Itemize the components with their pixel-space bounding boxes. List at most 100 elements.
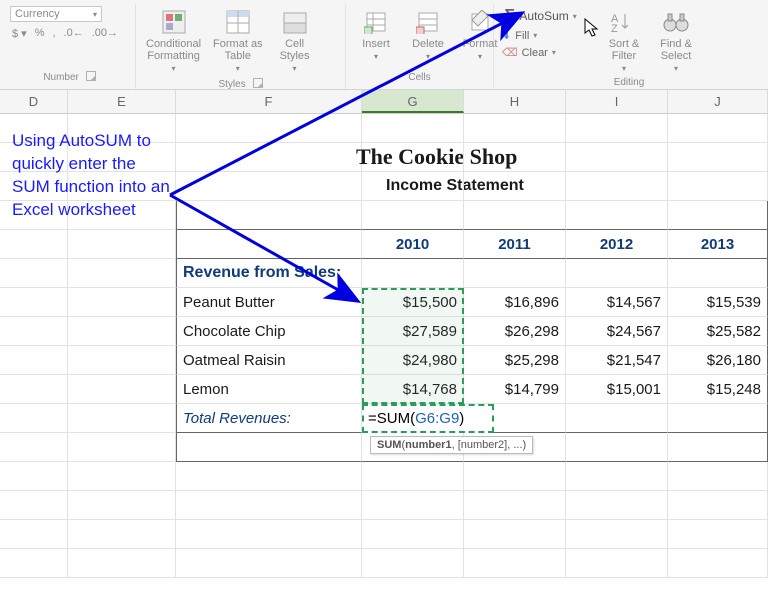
comma-icon[interactable]: , [50, 26, 57, 41]
cell-styles-label: Cell Styles [280, 38, 310, 62]
active-cell[interactable]: =SUM(G6:G9) [362, 404, 494, 433]
sort-filter-label: Sort & Filter [609, 38, 640, 62]
fill-button[interactable]: ⬇ Fill ▾ [500, 28, 596, 43]
data-cell[interactable]: $26,298 [464, 317, 566, 346]
chevron-down-icon: ▾ [552, 48, 556, 57]
data-cell[interactable]: $21,547 [566, 346, 668, 375]
format-label: Format [463, 38, 498, 50]
format-as-table-label: Format as Table [213, 38, 263, 62]
ribbon: Currency ▾ $ ▾ % , .0← .00→ Number [0, 0, 768, 90]
data-cell[interactable]: $25,582 [668, 317, 768, 346]
group-label-editing: Editing [614, 77, 645, 88]
cell-styles-icon [281, 8, 309, 36]
chevron-down-icon: ▾ [236, 64, 240, 73]
function-tooltip: SUM(number1, [number2], ...) [370, 436, 533, 454]
group-number: Currency ▾ $ ▾ % , .0← .00→ Number [4, 4, 136, 89]
conditional-formatting-icon [160, 8, 188, 36]
data-cell[interactable]: $15,001 [566, 375, 668, 404]
clear-label: Clear [522, 47, 548, 59]
dialog-launcher-icon[interactable] [253, 78, 263, 88]
data-cell[interactable]: $25,298 [464, 346, 566, 375]
chevron-down-icon: ▾ [478, 52, 482, 61]
insert-button[interactable]: Insert ▾ [352, 6, 400, 63]
year-header: 2012 [566, 230, 668, 259]
year-header: 2011 [464, 230, 566, 259]
percent-icon[interactable]: % [33, 26, 47, 41]
column-headers: D E F G H I J [0, 90, 768, 114]
sigma-icon: ∑ [504, 7, 515, 25]
chevron-down-icon: ▾ [674, 64, 678, 73]
group-label-cells: Cells [408, 72, 430, 83]
chevron-down-icon: ▾ [293, 64, 297, 73]
find-select-button[interactable]: Find & Select ▾ [652, 6, 700, 75]
section-header: Revenue from Sales: [176, 259, 362, 288]
data-cell[interactable]: $24,567 [566, 317, 668, 346]
col-header-selected[interactable]: G [362, 90, 464, 113]
group-editing: ∑ AutoSum ▾ ⬇ Fill ▾ ⌫ Clear ▾ AZ [494, 4, 764, 89]
autosum-label: AutoSum [519, 9, 568, 23]
data-cell[interactable]: $26,180 [668, 346, 768, 375]
fill-down-icon: ⬇ [502, 29, 511, 42]
col-header[interactable]: H [464, 90, 566, 113]
insert-cells-icon [362, 8, 390, 36]
year-header: 2010 [362, 230, 464, 259]
data-cell[interactable]: $16,896 [464, 288, 566, 317]
svg-text:Z: Z [611, 23, 618, 34]
group-label-number: Number [43, 72, 79, 83]
conditional-formatting-button[interactable]: Conditional Formatting ▾ [142, 6, 205, 75]
chevron-down-icon: ▾ [93, 10, 97, 19]
currency-icon[interactable]: $ ▾ [10, 26, 29, 41]
delete-cells-icon [414, 8, 442, 36]
group-cells: Insert ▾ Delete ▾ Format ▾ Cells [346, 4, 494, 89]
binoculars-icon [662, 8, 690, 36]
data-cell[interactable]: $15,500 [362, 288, 464, 317]
row-label: Peanut Butter [176, 288, 362, 317]
format-as-table-icon [224, 8, 252, 36]
row-label: Chocolate Chip [176, 317, 362, 346]
annotation-text: Using AutoSUM to quickly enter the SUM f… [12, 130, 170, 222]
row-label: Lemon [176, 375, 362, 404]
chevron-down-icon: ▾ [622, 64, 626, 73]
cell-styles-button[interactable]: Cell Styles ▾ [271, 6, 319, 75]
data-cell[interactable]: $14,799 [464, 375, 566, 404]
conditional-formatting-label: Conditional Formatting [146, 38, 201, 62]
data-cell[interactable]: $27,589 [362, 317, 464, 346]
chevron-down-icon: ▾ [533, 31, 537, 40]
chevron-down-icon: ▾ [172, 64, 176, 73]
sort-filter-icon: AZ [610, 8, 638, 36]
formula-text: =SUM(G6:G9) [368, 410, 464, 427]
delete-label: Delete [412, 38, 444, 50]
decrease-decimal-icon[interactable]: .00→ [90, 26, 120, 41]
data-cell[interactable]: $24,980 [362, 346, 464, 375]
insert-label: Insert [362, 38, 390, 50]
sort-filter-button[interactable]: AZ Sort & Filter ▾ [600, 6, 648, 75]
clear-button[interactable]: ⌫ Clear ▾ [500, 45, 596, 60]
row-label: Oatmeal Raisin [176, 346, 362, 375]
col-header[interactable]: D [0, 90, 68, 113]
chevron-down-icon: ▾ [426, 52, 430, 61]
fill-label: Fill [515, 30, 529, 42]
increase-decimal-icon[interactable]: .0← [62, 26, 86, 41]
col-header[interactable]: E [68, 90, 176, 113]
col-header[interactable]: I [566, 90, 668, 113]
col-header[interactable]: J [668, 90, 768, 113]
data-cell[interactable]: $15,248 [668, 375, 768, 404]
group-label-styles: Styles [218, 79, 245, 90]
chevron-down-icon: ▾ [573, 12, 577, 21]
find-select-label: Find & Select [660, 38, 692, 62]
eraser-icon: ⌫ [502, 46, 518, 59]
number-format-value: Currency [15, 8, 60, 20]
format-as-table-button[interactable]: Format as Table ▾ [209, 6, 267, 75]
data-cell[interactable]: $14,768 [362, 375, 464, 404]
format-cells-icon [466, 8, 494, 36]
number-format-dropdown[interactable]: Currency ▾ [10, 6, 102, 22]
autosum-button[interactable]: ∑ AutoSum ▾ [500, 6, 596, 26]
data-cell[interactable]: $15,539 [668, 288, 768, 317]
year-header: 2013 [668, 230, 768, 259]
delete-button[interactable]: Delete ▾ [404, 6, 452, 63]
data-cell[interactable]: $14,567 [566, 288, 668, 317]
group-styles: Conditional Formatting ▾ Format as Table… [136, 4, 346, 89]
dialog-launcher-icon[interactable] [86, 71, 96, 81]
col-header[interactable]: F [176, 90, 362, 113]
total-label: Total Revenues: [176, 404, 362, 433]
